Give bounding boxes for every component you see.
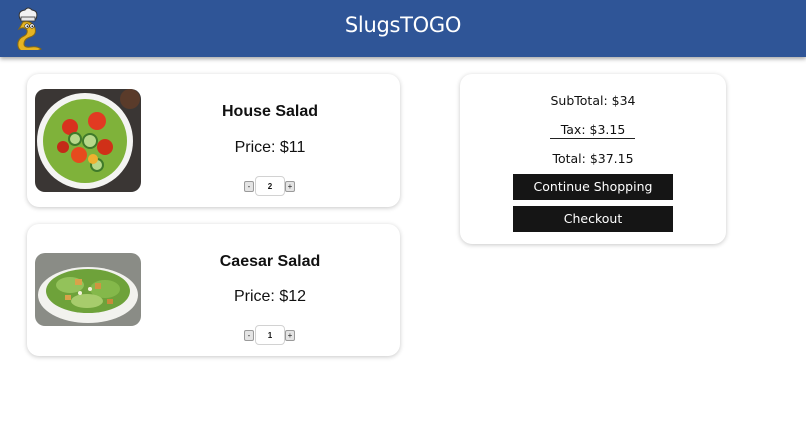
- subtotal-text: SubTotal: $34: [550, 93, 636, 108]
- tax-text: Tax: $3.15: [560, 122, 626, 137]
- app-header: SlugsTOGO: [0, 0, 806, 57]
- quantity-input[interactable]: 1: [255, 325, 285, 345]
- decrease-quantity-button[interactable]: -: [244, 181, 254, 192]
- divider: [550, 138, 635, 139]
- item-name: Caesar Salad: [219, 253, 321, 270]
- cart-item-caesar-salad: Caesar Salad Price: $12 - 1 +: [27, 224, 400, 356]
- app-title: SlugsTOGO: [344, 13, 462, 37]
- checkout-button[interactable]: Checkout: [513, 206, 673, 232]
- house-salad-photo: [35, 89, 141, 192]
- quantity-input[interactable]: 2: [255, 176, 285, 196]
- caesar-salad-photo: [35, 253, 141, 326]
- item-price: Price: $12: [233, 288, 307, 305]
- continue-shopping-button[interactable]: Continue Shopping: [513, 174, 673, 200]
- increase-quantity-button[interactable]: +: [285, 181, 295, 192]
- cart-item-house-salad: House Salad Price: $11 - 2 +: [27, 74, 400, 207]
- total-text: Total: $37.15: [552, 151, 634, 166]
- decrease-quantity-button[interactable]: -: [244, 330, 254, 341]
- increase-quantity-button[interactable]: +: [285, 330, 295, 341]
- item-name: House Salad: [221, 103, 319, 120]
- order-summary: SubTotal: $34 Tax: $3.15 Total: $37.15 C…: [460, 74, 726, 244]
- item-price: Price: $11: [234, 139, 306, 156]
